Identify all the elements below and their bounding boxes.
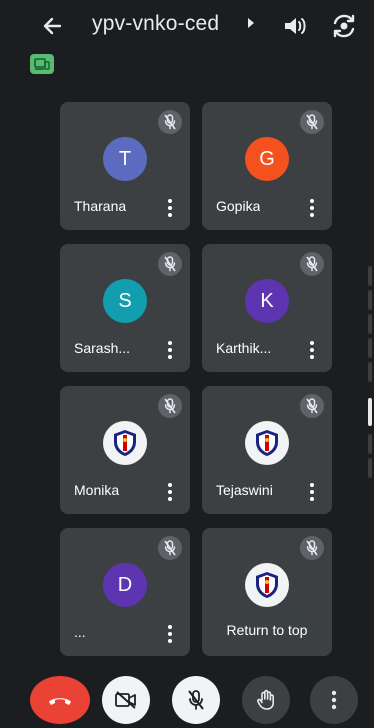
- participant-name: Tejaswini: [216, 482, 273, 498]
- mic-muted-icon: [158, 536, 182, 560]
- participant-tile[interactable]: Tejaswini: [202, 386, 332, 514]
- mic-muted-icon: [158, 394, 182, 418]
- avatar: G: [245, 137, 289, 181]
- avatar: D: [103, 563, 147, 607]
- devices-badge-icon[interactable]: [30, 54, 54, 74]
- mic-muted-icon: [300, 394, 324, 418]
- participant-name: Karthik...: [216, 340, 272, 356]
- avatar: S: [103, 279, 147, 323]
- mic-off-icon: [188, 690, 204, 710]
- participant-more-icon[interactable]: [306, 482, 318, 502]
- participant-tile[interactable]: K Karthik...: [202, 244, 332, 372]
- top-bar: ypv-vnko-ced: [0, 0, 374, 56]
- participant-tile[interactable]: Monika: [60, 386, 190, 514]
- avatar: K: [245, 279, 289, 323]
- mic-muted-icon: [158, 252, 182, 276]
- more-options-icon: [331, 690, 337, 710]
- meeting-code[interactable]: ypv-vnko-ced: [92, 12, 219, 36]
- participant-name: Sarash...: [74, 340, 131, 356]
- mic-toggle-button[interactable]: [172, 676, 220, 724]
- participant-more-icon[interactable]: [164, 482, 176, 502]
- participant-name: Tharana: [74, 198, 127, 214]
- mic-muted-icon: [158, 110, 182, 134]
- participant-tile[interactable]: G Gopika: [202, 102, 332, 230]
- participant-more-icon[interactable]: [164, 340, 176, 360]
- participant-more-icon[interactable]: [306, 198, 318, 218]
- avatar-logo: [245, 563, 289, 607]
- caret-right-icon[interactable]: [248, 18, 254, 28]
- participant-name: Monika: [74, 482, 120, 498]
- avatar-logo: [245, 421, 289, 465]
- participant-more-icon[interactable]: [306, 340, 318, 360]
- scrollbar-thumb[interactable]: [368, 398, 372, 426]
- mic-muted-icon: [300, 252, 324, 276]
- back-arrow-icon[interactable]: [38, 12, 66, 40]
- end-call-button[interactable]: [30, 676, 90, 724]
- participant-name: ...: [74, 624, 86, 640]
- participant-tile[interactable]: D...: [60, 528, 190, 656]
- participant-tile[interactable]: S Sarash...: [60, 244, 190, 372]
- raise-hand-icon: [257, 689, 274, 710]
- call-controls: [0, 666, 374, 728]
- avatar-logo: [103, 421, 147, 465]
- camera-toggle-button[interactable]: [102, 676, 150, 724]
- raise-hand-button[interactable]: [242, 676, 290, 724]
- avatar: T: [103, 137, 147, 181]
- mic-muted-icon: [300, 536, 324, 560]
- end-call-icon: [49, 698, 71, 705]
- participant-more-icon[interactable]: [164, 624, 176, 644]
- camera-off-icon: [115, 691, 136, 709]
- switch-camera-icon[interactable]: [330, 12, 358, 40]
- more-options-button[interactable]: [310, 676, 358, 724]
- participant-more-icon[interactable]: [164, 198, 176, 218]
- participant-grid: T Tharana G Gopika S Sarash... K Karthik... Moni…: [60, 102, 340, 662]
- scrollbar[interactable]: [368, 266, 372, 480]
- mic-muted-icon: [300, 110, 324, 134]
- return-to-top-button[interactable]: Return to top: [214, 614, 320, 646]
- participant-tile[interactable]: T Tharana: [60, 102, 190, 230]
- speaker-icon[interactable]: [282, 14, 308, 38]
- participant-name: Gopika: [216, 198, 261, 214]
